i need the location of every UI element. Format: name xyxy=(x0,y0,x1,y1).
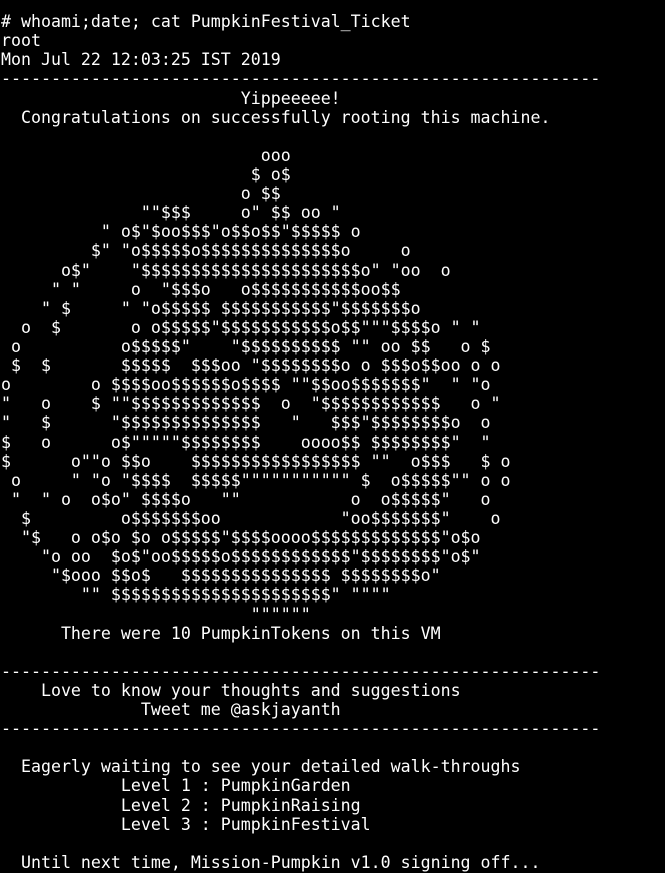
pumpkin-art-line: o$" "$$$$$$$$$$$$$$$$$$$$$$o" "oo o xyxy=(1,260,451,280)
terminal-output[interactable]: # whoami;date; cat PumpkinFestival_Ticke… xyxy=(1,0,665,873)
command-line: # whoami;date; cat PumpkinFestival_Ticke… xyxy=(1,12,411,32)
separator-line: ----------------------------------------… xyxy=(1,719,601,739)
pumpkin-art-line: $ $ $$$$$ $$$oo "$$$$$$$$o o $$$o$$oo o … xyxy=(1,356,501,376)
pumpkin-art-line: o o $$$$oo$$$$$$o$$$$ ""$$oo$$$$$$$" " "… xyxy=(1,375,491,395)
pumpkin-art-line: " o $ ""$$$$$$$$$$$$$ o "$$$$$$$$$$$$ o … xyxy=(1,394,501,414)
pumpkin-art-line: o " "o "$$$$ $$$$$""""""""""" $ o$$$$$""… xyxy=(1,470,511,490)
level-1-text: Level 1 : PumpkinGarden xyxy=(1,776,351,796)
feedback-text: Love to know your thoughts and suggestio… xyxy=(1,680,461,700)
pumpkin-art-line: o $$ xyxy=(1,184,281,204)
pumpkin-art-line: " $ " "o$$$$$ $$$$$$$$$$$"$$$$$$$o xyxy=(1,298,421,318)
whoami-output: root xyxy=(1,31,41,51)
tweet-text: Tweet me @askjayanth xyxy=(1,700,341,720)
pumpkin-art-line: $ o$$$$$$$oo "oo$$$$$$$" o xyxy=(1,508,501,528)
pumpkin-art-line: "" $$$$$$$$$$$$$$$$$$$$$$" """" xyxy=(1,585,391,605)
pumpkin-art-line: $ o$ xyxy=(1,164,291,184)
pumpkin-art-line: " o$"$oo$$$"o$$o$$"$$$$$ o xyxy=(1,222,361,242)
pumpkin-art-line: "$ o o$o $o o$$$$$"$$$$oooo$$$$$$$$$$$$$… xyxy=(1,528,481,548)
congratulations-text: Congratulations on successfully rooting … xyxy=(1,107,551,127)
pumpkin-art-line: $ o o$"""""$$$$$$$$ oooo$$ $$$$$$$$" " xyxy=(1,432,491,452)
pumpkin-art-line: ""$$$ o" $$ oo " xyxy=(1,203,341,223)
pumpkin-art-line: """""" xyxy=(1,604,311,624)
yippee-text: Yippeeeee! xyxy=(1,88,341,108)
walkthrough-text: Eagerly waiting to see your detailed wal… xyxy=(1,757,521,777)
pumpkin-art-line: " $ "$$$$$$$$$$$$$$ " $$$"$$$$$$$$o o xyxy=(1,413,491,433)
signoff-text: Until next time, Mission-Pumpkin v1.0 si… xyxy=(1,852,541,872)
level-3-text: Level 3 : PumpkinFestival xyxy=(1,814,371,834)
pumpkin-art-line: $ o""o $$o $$$$$$$$$$$$$$$$$ "" o$$$ $ o xyxy=(1,451,511,471)
pumpkin-art-line: $" "o$$$$$o$$$$$$$$$$$$$$o o xyxy=(1,241,411,261)
tokens-text: There were 10 PumpkinTokens on this VM xyxy=(1,623,441,643)
level-2-text: Level 2 : PumpkinRaising xyxy=(1,795,361,815)
pumpkin-art-line: o $ o o$$$$$"$$$$$$$$$$$o$$"""$$$$o " " xyxy=(1,317,481,337)
pumpkin-art-line: " " o o$o" $$$$o "" o o$$$$$" o xyxy=(1,489,491,509)
pumpkin-art-line: o o$$$$$" "$$$$$$$$$$ "" oo $$ o $ xyxy=(1,336,491,356)
separator-line: ----------------------------------------… xyxy=(1,661,601,681)
pumpkin-art-line: "$ooo $$o$ $$$$$$$$$$$$$$$ $$$$$$$$o" xyxy=(1,566,441,586)
date-output: Mon Jul 22 12:03:25 IST 2019 xyxy=(1,50,281,70)
pumpkin-art-line: ooo xyxy=(1,145,291,165)
separator-line: ----------------------------------------… xyxy=(1,69,601,89)
pumpkin-art-line: " " o "$$$o o$$$$$$$$$$$oo$$ xyxy=(1,279,401,299)
pumpkin-art-line: "o oo $o$"oo$$$$$o$$$$$$$$$$$$"$$$$$$$$"… xyxy=(1,547,481,567)
